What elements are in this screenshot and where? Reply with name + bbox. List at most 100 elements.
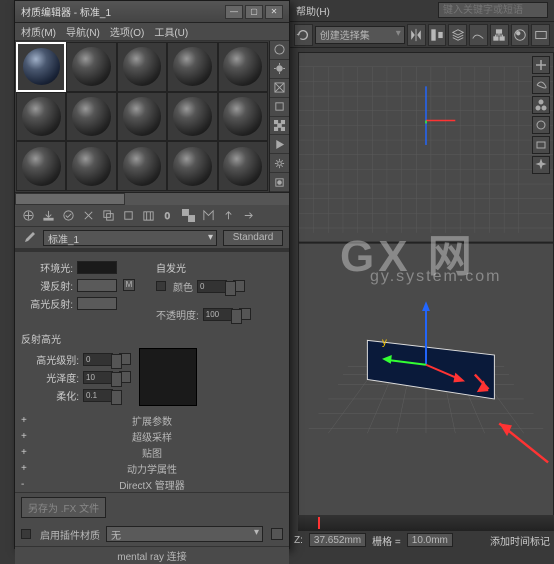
watermark-subtext: gy.system.com <box>370 268 502 286</box>
put-to-scene-icon[interactable] <box>39 207 57 225</box>
eyedropper-icon[interactable] <box>21 230 37 246</box>
schematic-icon[interactable] <box>490 24 509 46</box>
menu-help[interactable]: 帮助(H) <box>296 3 330 18</box>
options-icon[interactable] <box>270 154 289 173</box>
hierarchy-tab-icon[interactable] <box>532 96 550 114</box>
material-editor-titlebar[interactable]: 材质编辑器 - 标准_1 — ▢ ✕ <box>15 1 289 23</box>
sample-slot[interactable] <box>117 92 167 142</box>
menu-material[interactable]: 材质(M) <box>21 24 56 39</box>
render-setup-icon[interactable] <box>531 24 550 46</box>
sample-slot[interactable] <box>218 42 268 92</box>
self-illum-spinner[interactable]: 0 <box>197 280 227 293</box>
save-fx-button[interactable]: 另存为 .FX 文件 <box>21 497 106 518</box>
create-tab-icon[interactable] <box>532 56 550 74</box>
sample-slot[interactable] <box>66 42 116 92</box>
assign-to-selection-icon[interactable] <box>59 207 77 225</box>
layers-icon[interactable] <box>448 24 467 46</box>
enable-plugin-checkbox[interactable] <box>21 529 31 539</box>
sample-slot[interactable] <box>167 92 217 142</box>
select-by-material-icon[interactable] <box>270 173 289 192</box>
curve-editor-icon[interactable] <box>469 24 488 46</box>
rollout-dynamics[interactable]: 动力学属性 <box>15 460 289 476</box>
z-value-field[interactable]: 37.652mm <box>309 533 366 547</box>
sample-slot[interactable] <box>16 42 66 92</box>
plugin-dropdown[interactable]: 无 <box>106 526 263 542</box>
sample-slot[interactable] <box>66 92 116 142</box>
enable-plugin-label: 启用插件材质 <box>40 527 100 542</box>
plugin-map-button[interactable] <box>271 528 283 540</box>
menu-utilities[interactable]: 工具(U) <box>154 24 188 39</box>
status-bar: Z: 37.652mm 栅格 = 10.0mm 添加时间标记 <box>290 531 554 549</box>
perspective-viewport[interactable]: y <box>298 52 554 531</box>
selection-set-dropdown[interactable]: 创建选择集 <box>315 26 405 44</box>
material-id-icon[interactable]: 0 <box>159 207 177 225</box>
sample-slot[interactable] <box>167 42 217 92</box>
sample-slot[interactable] <box>117 141 167 191</box>
mirror-icon[interactable] <box>407 24 426 46</box>
timeline-track[interactable] <box>298 515 554 531</box>
diffuse-map-button[interactable]: M <box>123 279 135 291</box>
motion-tab-icon[interactable] <box>532 116 550 134</box>
specular-color-swatch[interactable] <box>77 297 117 310</box>
command-panel-icons <box>532 56 552 174</box>
slots-scrollbar[interactable] <box>15 193 289 205</box>
sample-type-icon[interactable] <box>270 41 289 60</box>
sample-slot[interactable] <box>16 92 66 142</box>
utilities-tab-icon[interactable] <box>532 156 550 174</box>
ambient-color-swatch[interactable] <box>77 261 117 274</box>
put-to-library-icon[interactable] <box>139 207 157 225</box>
self-illum-checkbox[interactable] <box>156 281 166 291</box>
maximize-button[interactable]: ▢ <box>245 5 263 19</box>
sample-slot[interactable] <box>66 141 116 191</box>
opacity-spinner[interactable]: 100 <box>203 308 233 321</box>
sample-slot[interactable] <box>167 141 217 191</box>
rollout-super-sampling[interactable]: 超级采样 <box>15 428 289 444</box>
undo-icon[interactable] <box>294 24 313 46</box>
rollout-directx[interactable]: DirectX 管理器 <box>15 476 289 492</box>
spec-level-label: 高光级别: <box>21 352 79 367</box>
get-material-icon[interactable] <box>19 207 37 225</box>
video-check-icon[interactable] <box>270 117 289 136</box>
make-preview-icon[interactable] <box>270 135 289 154</box>
add-time-tag[interactable]: 添加时间标记 <box>490 533 550 548</box>
align-icon[interactable] <box>428 24 447 46</box>
sample-slots-grid <box>15 41 269 192</box>
close-button[interactable]: ✕ <box>265 5 283 19</box>
show-end-result-icon[interactable] <box>199 207 217 225</box>
material-type-button[interactable]: Standard <box>223 230 283 246</box>
diffuse-label: 漫反射: <box>21 278 73 293</box>
soften-label: 柔化: <box>21 388 79 403</box>
rollout-extended-params[interactable]: 扩展参数 <box>15 412 289 428</box>
sample-uv-icon[interactable] <box>270 98 289 117</box>
sample-slot[interactable] <box>117 42 167 92</box>
glossiness-spinner[interactable]: 10 <box>83 371 113 384</box>
go-forward-icon[interactable] <box>239 207 257 225</box>
display-tab-icon[interactable] <box>532 136 550 154</box>
menu-options[interactable]: 选项(O) <box>110 24 144 39</box>
diffuse-color-swatch[interactable] <box>77 279 117 292</box>
grid-label: 栅格 = <box>372 533 401 548</box>
material-name-input[interactable]: 标准_1 <box>43 230 217 246</box>
glossiness-label: 光泽度: <box>21 370 79 385</box>
make-unique-icon[interactable] <box>119 207 137 225</box>
material-editor-icon[interactable] <box>511 24 530 46</box>
soften-spinner[interactable]: 0.1 <box>83 389 113 402</box>
backlight-icon[interactable] <box>270 60 289 79</box>
go-to-parent-icon[interactable] <box>219 207 237 225</box>
spec-level-spinner[interactable]: 0 <box>83 353 113 366</box>
reset-map-icon[interactable] <box>79 207 97 225</box>
sample-slot[interactable] <box>218 141 268 191</box>
search-input[interactable] <box>438 2 548 18</box>
sample-slot[interactable] <box>16 141 66 191</box>
show-in-viewport-icon[interactable] <box>179 207 197 225</box>
menu-navigate[interactable]: 导航(N) <box>66 24 100 39</box>
rollout-maps[interactable]: 贴图 <box>15 444 289 460</box>
make-copy-icon[interactable] <box>99 207 117 225</box>
sample-slot[interactable] <box>218 92 268 142</box>
main-toolbar: 创建选择集 <box>290 22 554 48</box>
background-icon[interactable] <box>270 79 289 98</box>
minimize-button[interactable]: — <box>225 5 243 19</box>
modify-tab-icon[interactable] <box>532 76 550 94</box>
main-menu-bar: 帮助(H) <box>290 0 554 22</box>
self-illum-label: 自发光 <box>156 258 283 277</box>
